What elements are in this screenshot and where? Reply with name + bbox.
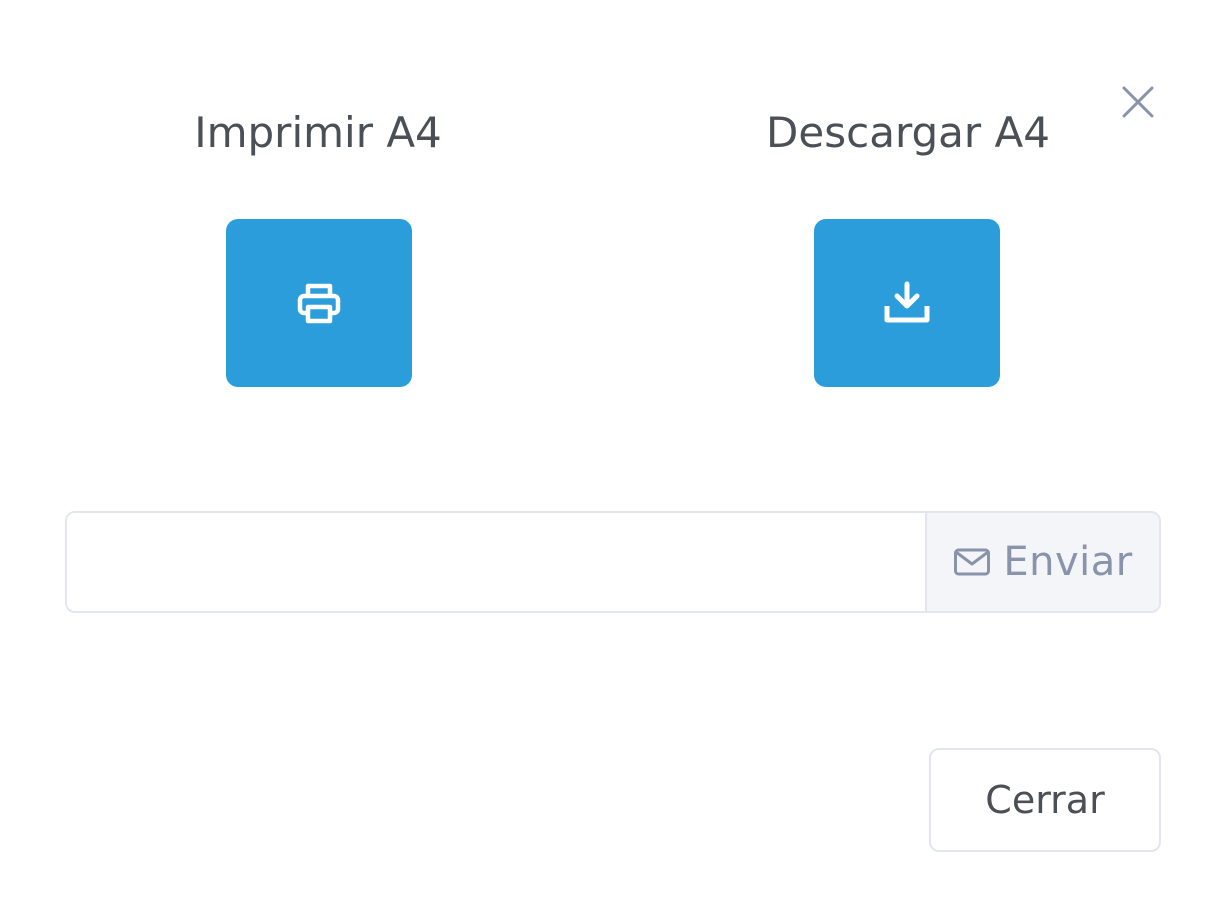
printer-icon xyxy=(297,283,341,324)
download-icon xyxy=(884,281,930,323)
download-title: Descargar A4 xyxy=(766,108,1050,157)
print-title: Imprimir A4 xyxy=(194,108,442,157)
send-label: Enviar xyxy=(1003,539,1133,585)
email-input-group: Enviar xyxy=(65,511,1161,613)
print-button[interactable] xyxy=(226,219,412,387)
cerrar-button[interactable]: Cerrar xyxy=(929,748,1161,852)
email-input[interactable] xyxy=(67,513,925,611)
export-modal: Imprimir A4 Descargar A4 Enviar Cerrar xyxy=(0,0,1222,912)
close-icon xyxy=(1122,86,1154,118)
close-modal-button[interactable] xyxy=(1118,82,1158,122)
send-email-button[interactable]: Enviar xyxy=(925,513,1159,611)
envelope-icon xyxy=(954,548,991,576)
download-button[interactable] xyxy=(814,219,1000,387)
